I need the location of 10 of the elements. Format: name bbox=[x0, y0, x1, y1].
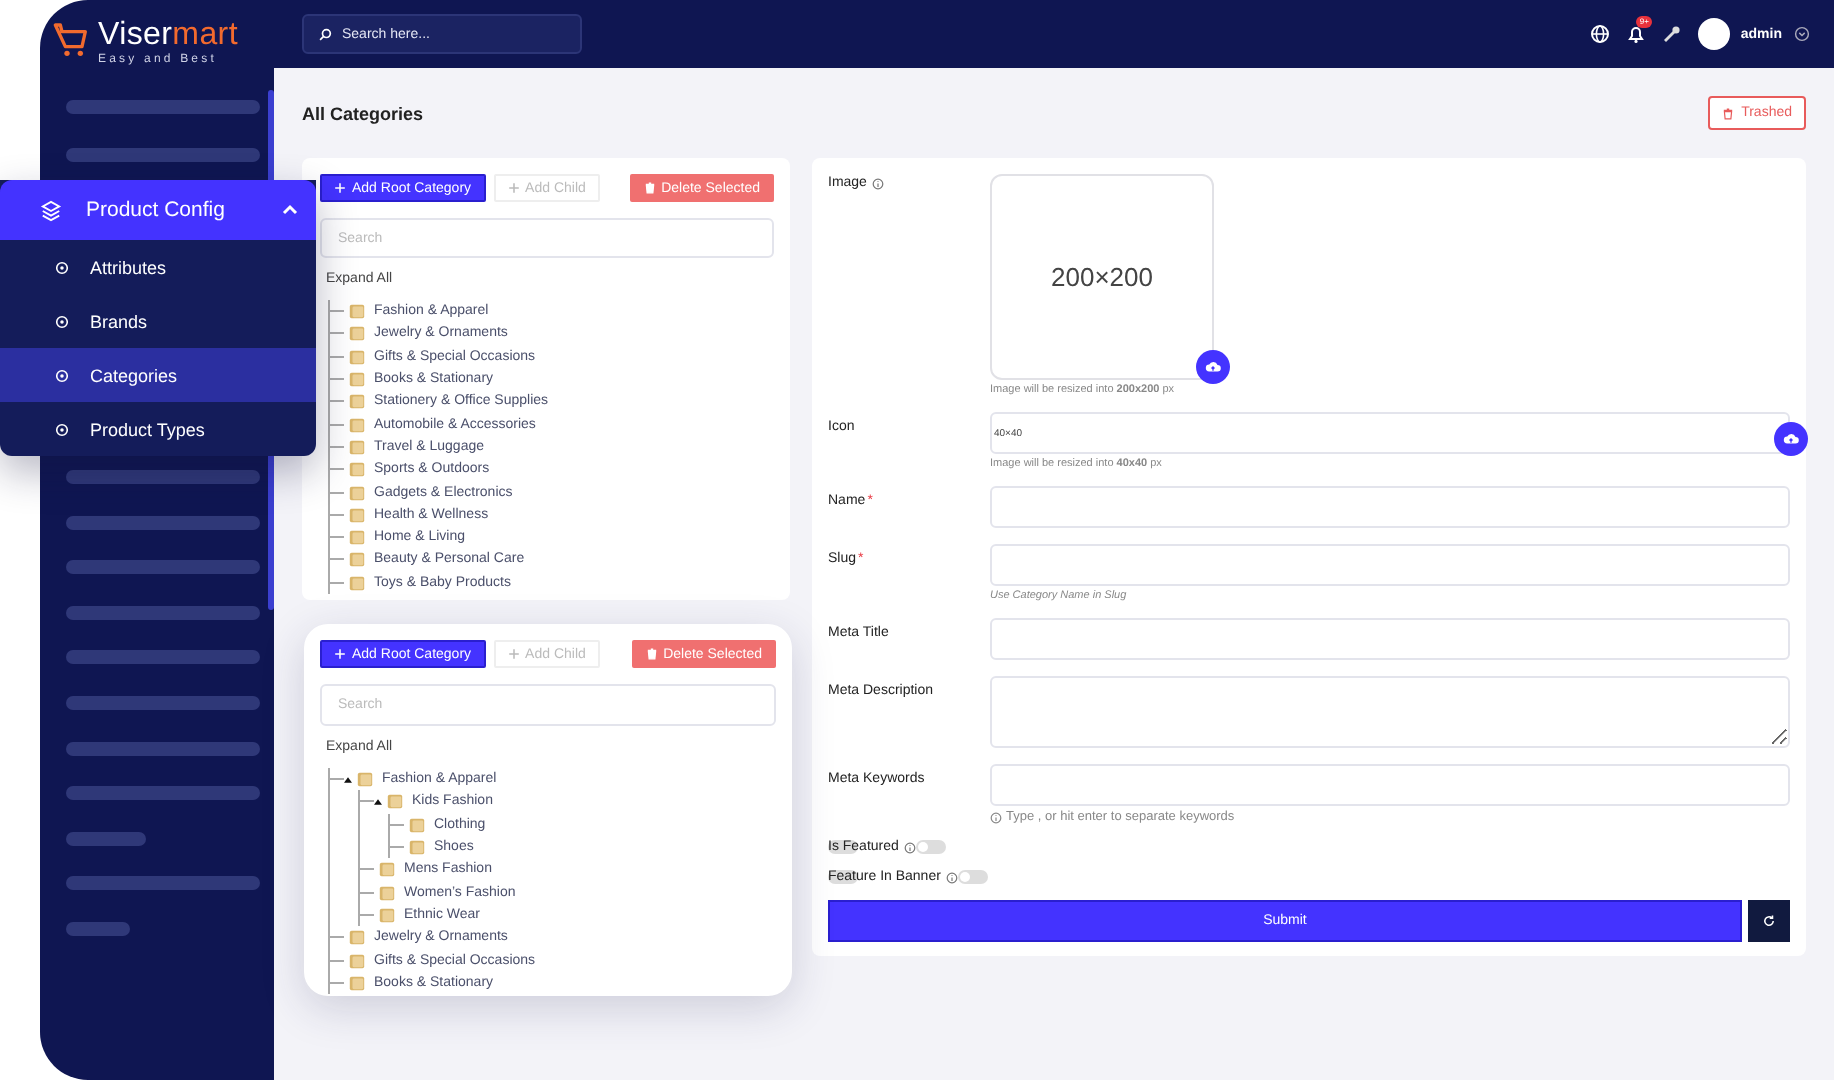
preview-size-text: 200×200 bbox=[1051, 262, 1153, 292]
menu-title: Product Config bbox=[86, 198, 225, 222]
page-title: All Categories bbox=[302, 103, 424, 123]
menu-item[interactable]: Attributes bbox=[0, 240, 316, 294]
brand-name: Visermart bbox=[98, 20, 238, 52]
menu-item[interactable]: Categories bbox=[0, 348, 316, 402]
menu-item[interactable]: Product Types bbox=[0, 402, 316, 456]
menu-item[interactable]: Brands bbox=[0, 294, 316, 348]
image-preview[interactable]: 200×200 bbox=[990, 174, 1214, 380]
menu-header[interactable]: Product Config bbox=[0, 180, 316, 240]
